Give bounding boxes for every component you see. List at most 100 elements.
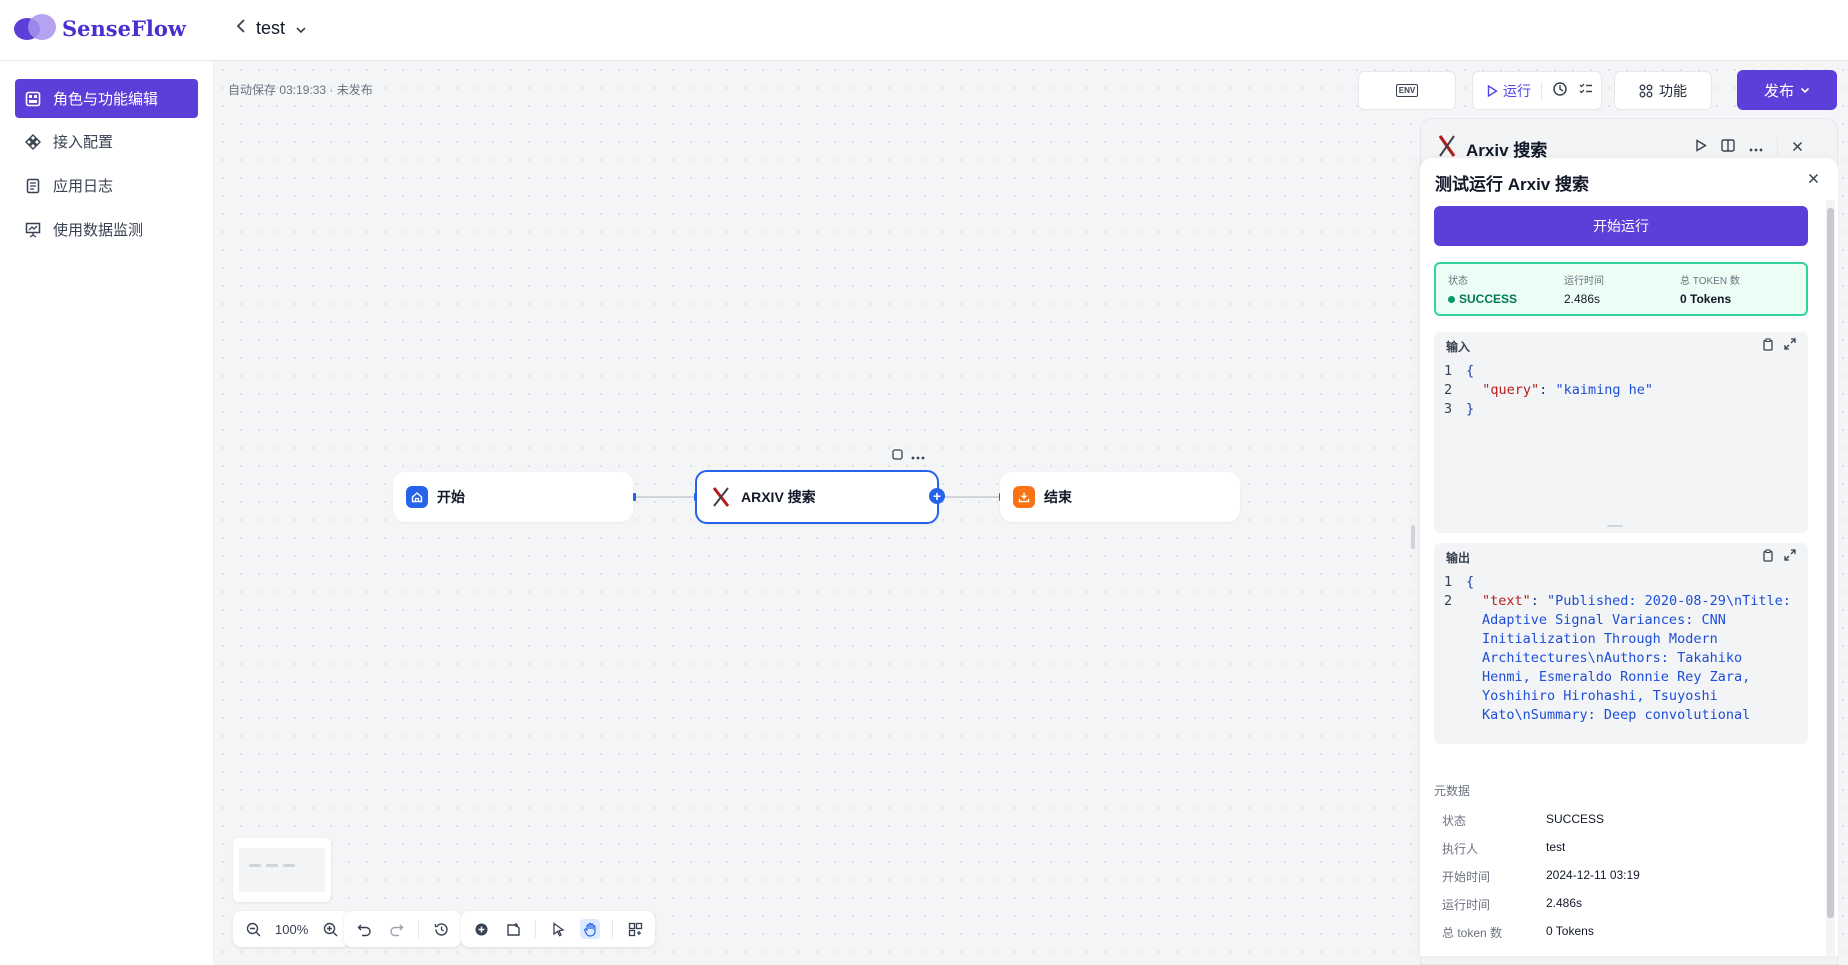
resize-grip[interactable] bbox=[1607, 525, 1623, 527]
node-start[interactable]: 开始 bbox=[393, 472, 633, 522]
panel-resize-handle[interactable] bbox=[1411, 525, 1415, 549]
node-detail-tools bbox=[1695, 138, 1803, 156]
zoom-out-icon[interactable] bbox=[243, 919, 263, 939]
chevron-down-icon[interactable] bbox=[295, 18, 307, 39]
publish-button[interactable]: 发布 bbox=[1737, 70, 1837, 110]
hand-icon[interactable] bbox=[580, 919, 600, 939]
output-code[interactable]: 1{ 2 "text": "Published: 2020-08-29\nTitl… bbox=[1434, 571, 1808, 735]
metadata-row: 总 token 数0 Tokens bbox=[1442, 924, 1594, 940]
divider bbox=[1777, 138, 1778, 156]
divider bbox=[535, 920, 536, 938]
edge-start-arxiv bbox=[634, 496, 695, 498]
node-label: 开始 bbox=[437, 489, 465, 505]
redo-icon[interactable] bbox=[386, 919, 406, 939]
minimap-node bbox=[266, 864, 278, 867]
history-controls bbox=[344, 911, 461, 947]
add-node-icon[interactable]: + bbox=[929, 488, 945, 504]
play-icon bbox=[1487, 84, 1498, 97]
features-button[interactable]: 功能 bbox=[1614, 71, 1712, 110]
metadata-row: 运行时间 2.486s bbox=[1442, 896, 1583, 912]
env-icon: ENV bbox=[1395, 84, 1419, 97]
zoom-controls: 100% bbox=[233, 911, 351, 947]
app-switcher[interactable]: test bbox=[236, 18, 307, 39]
chevron-down-icon bbox=[1800, 87, 1810, 93]
close-icon[interactable] bbox=[1808, 171, 1819, 188]
play-icon[interactable] bbox=[1695, 139, 1707, 155]
metadata-row: 状态 SUCCESS bbox=[1442, 812, 1605, 828]
back-icon[interactable] bbox=[236, 18, 246, 39]
input-header: 输入 bbox=[1434, 332, 1808, 360]
token-stat: 总 TOKEN 数 0 Tokens bbox=[1680, 272, 1740, 306]
panel-scroll-thumb[interactable] bbox=[1827, 208, 1834, 918]
expand-icon[interactable] bbox=[1784, 338, 1796, 354]
layout-icon bbox=[25, 91, 41, 107]
metadata-title: 元数据 bbox=[1434, 784, 1471, 798]
end-flag-icon bbox=[1013, 486, 1035, 508]
expand-icon[interactable] bbox=[1784, 549, 1796, 565]
run-button[interactable]: 运行 bbox=[1487, 81, 1531, 101]
success-dot-icon bbox=[1448, 295, 1455, 303]
sidebar-item-app-logs[interactable]: 应用日志 bbox=[15, 166, 198, 205]
sidebar: 角色与功能编辑 接入配置 应用日志 使用数据监测 bbox=[0, 61, 214, 965]
diamond-grid-icon bbox=[25, 133, 41, 150]
canvas-tools bbox=[461, 911, 655, 947]
copy-icon[interactable] bbox=[1762, 338, 1774, 354]
presentation-chart-icon bbox=[25, 222, 41, 238]
organize-layout-icon[interactable] bbox=[625, 919, 645, 939]
node-arxiv-search[interactable]: ARXIV 搜索 bbox=[695, 470, 939, 524]
minimap-node bbox=[283, 864, 295, 867]
undo-icon[interactable] bbox=[354, 919, 374, 939]
minimap[interactable] bbox=[233, 838, 331, 902]
zoom-level[interactable]: 100% bbox=[275, 922, 308, 937]
split-view-icon[interactable] bbox=[1721, 139, 1735, 155]
divider bbox=[612, 920, 613, 938]
document-icon bbox=[25, 178, 41, 194]
divider bbox=[1541, 81, 1542, 100]
top-bar: SenseFlow test bbox=[0, 0, 1848, 61]
input-code[interactable]: 1{ 2 "query": "kaiming he" 3} bbox=[1434, 360, 1808, 419]
token-value: 0 Tokens bbox=[1680, 292, 1732, 306]
checklist-icon[interactable] bbox=[1578, 81, 1594, 100]
runtime-stat: 运行时间 2.486s bbox=[1564, 272, 1604, 306]
node-toolbar bbox=[892, 447, 925, 463]
input-label: 输入 bbox=[1446, 339, 1471, 354]
publish-label: 发布 bbox=[1763, 82, 1794, 100]
zoom-in-icon[interactable] bbox=[320, 919, 340, 939]
test-run-title: 测试运行 Arxiv 搜索 bbox=[1435, 175, 1589, 194]
sidebar-item-role-editor[interactable]: 角色与功能编辑 bbox=[15, 79, 198, 118]
more-icon[interactable] bbox=[1749, 139, 1763, 155]
close-icon[interactable] bbox=[1792, 139, 1803, 155]
node-label: ARXIV 搜索 bbox=[741, 489, 816, 505]
metadata-row: 开始时间 2024-12-11 03:19 bbox=[1442, 868, 1640, 884]
status-value: SUCCESS bbox=[1448, 292, 1517, 306]
add-note-icon[interactable] bbox=[503, 919, 523, 939]
env-button[interactable]: ENV bbox=[1358, 71, 1456, 110]
token-label: 总 TOKEN 数 bbox=[1680, 276, 1740, 287]
add-block-icon[interactable] bbox=[471, 919, 491, 939]
minimap-viewport bbox=[239, 848, 325, 892]
node-end[interactable]: 结束 bbox=[1000, 472, 1240, 522]
start-output-handle[interactable] bbox=[633, 493, 636, 501]
sidebar-item-label: 接入配置 bbox=[53, 134, 114, 151]
sidebar-item-access-config[interactable]: 接入配置 bbox=[15, 122, 198, 161]
sidebar-item-label: 角色与功能编辑 bbox=[53, 91, 159, 108]
start-run-button[interactable]: 开始运行 bbox=[1434, 206, 1808, 246]
app-name: test bbox=[256, 18, 286, 38]
brand-name: SenseFlow bbox=[62, 15, 186, 41]
version-history-icon[interactable] bbox=[431, 919, 451, 939]
sidebar-item-usage-monitor[interactable]: 使用数据监测 bbox=[15, 210, 198, 249]
more-icon[interactable] bbox=[911, 447, 925, 463]
output-label: 输出 bbox=[1446, 550, 1471, 565]
run-history-icon[interactable] bbox=[1552, 81, 1568, 100]
pointer-icon[interactable] bbox=[548, 919, 568, 939]
copy-icon[interactable] bbox=[1762, 549, 1774, 565]
logo[interactable]: SenseFlow bbox=[14, 14, 186, 42]
input-code-block: 输入 1{ 2 "query": "kaiming he" 3} bbox=[1434, 332, 1808, 533]
sidebar-item-label: 使用数据监测 bbox=[53, 222, 144, 239]
divider bbox=[418, 920, 419, 938]
status-stat: 状态 SUCCESS bbox=[1448, 272, 1517, 306]
runtime-value: 2.486s bbox=[1564, 292, 1601, 306]
checkbox-icon[interactable] bbox=[892, 447, 903, 463]
status-label: 状态 bbox=[1448, 276, 1468, 287]
run-toolbar: 运行 bbox=[1472, 71, 1602, 110]
